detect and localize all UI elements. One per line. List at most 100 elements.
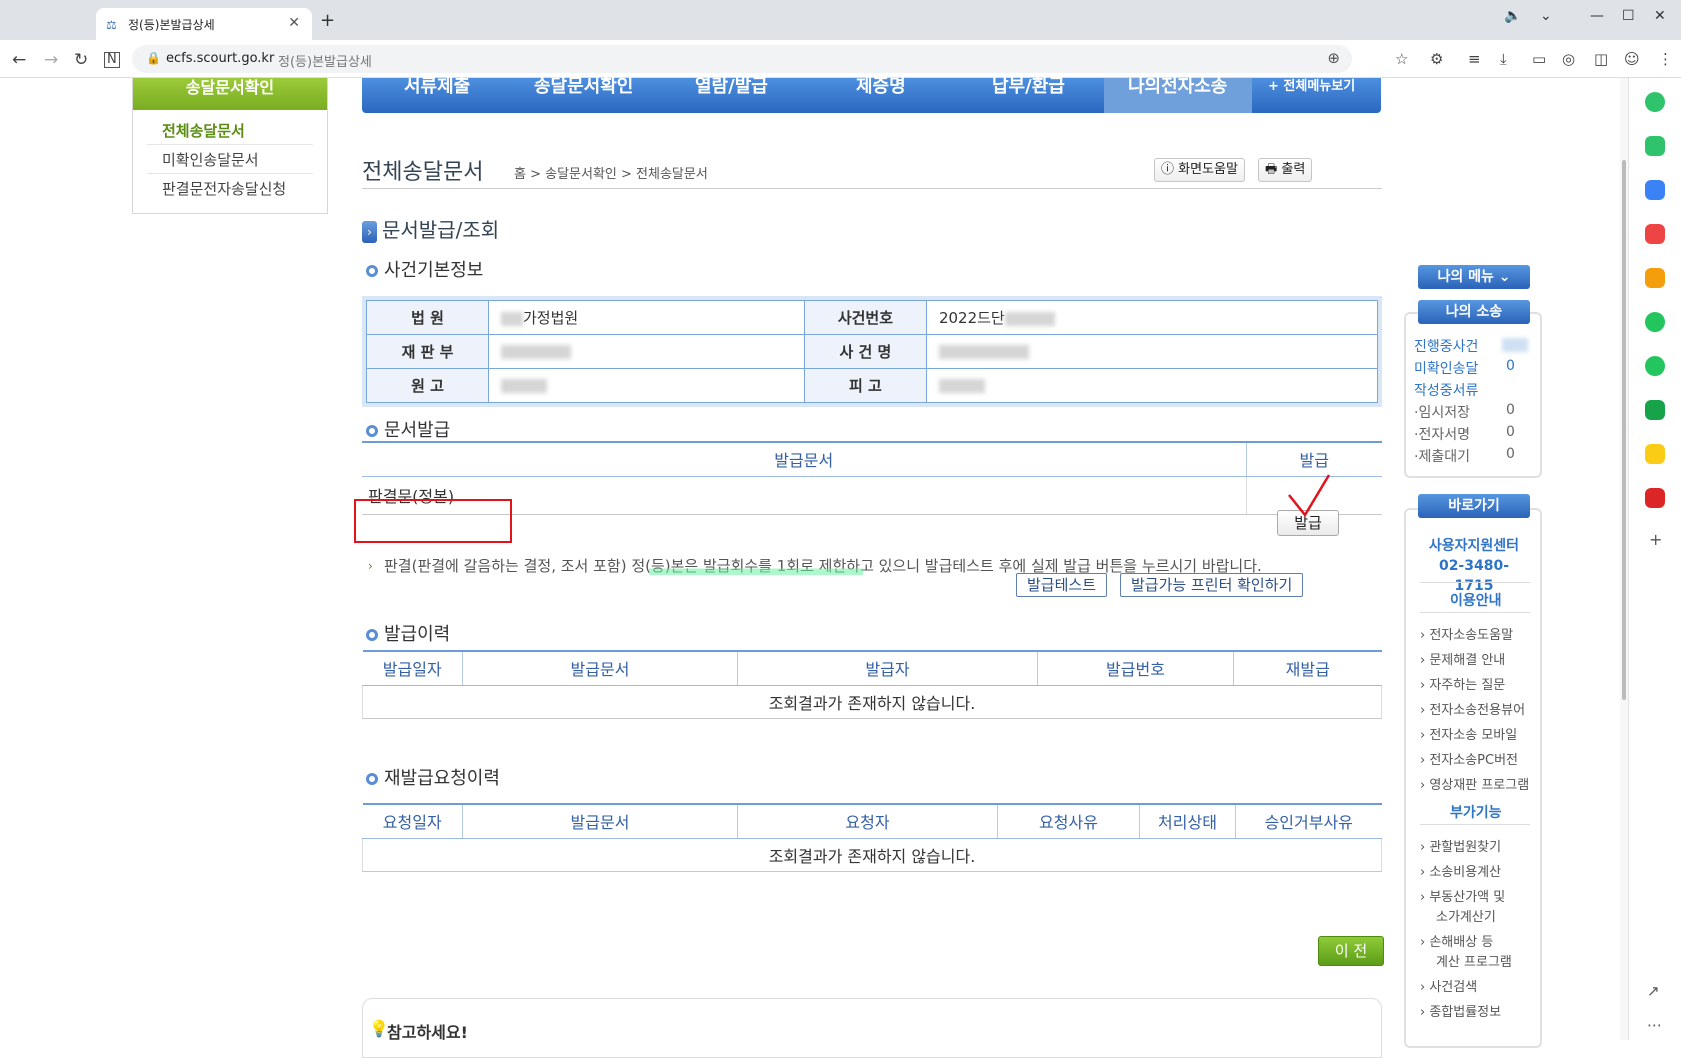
profile-icon[interactable]: ☺ <box>1624 50 1640 68</box>
browser-tab[interactable]: ⚖ 정(등)본발급상세 ✕ <box>96 8 312 40</box>
left-menu-item-all-delivery[interactable]: 전체송달문서 <box>147 116 313 145</box>
reissue-col-deny-reason: 승인거부사유 <box>1235 803 1382 839</box>
my-case-button[interactable]: 나의 소송 <box>1418 300 1530 324</box>
new-tab-button[interactable]: + <box>320 10 335 31</box>
link-find-court[interactable]: › 관할법원찾기 <box>1420 836 1501 855</box>
case-row-unconfirmed-count: 0 <box>1506 358 1515 374</box>
forward-icon[interactable]: → <box>44 50 58 70</box>
help-button[interactable]: ⓘ 화면도움말 <box>1154 158 1245 182</box>
case-row-e-sign[interactable]: ·전자서명 <box>1414 424 1470 444</box>
extension-webtoon-icon[interactable] <box>1645 400 1665 420</box>
plaintiff-label: 원 고 <box>366 368 489 403</box>
case-no-value: 2022드단 <box>925 300 1379 335</box>
extension-pocket-icon[interactable] <box>1645 224 1665 244</box>
court-value: 가정법원 <box>488 300 805 335</box>
case-row-submit-wait-count: 0 <box>1506 446 1515 462</box>
case-row-temp-saved[interactable]: ·임시저장 <box>1414 402 1470 422</box>
case-row-e-sign-count: 0 <box>1506 424 1515 440</box>
issue-test-button[interactable]: 발급테스트 <box>1016 573 1108 597</box>
link-viewer[interactable]: › 전자소송전용뷰어 <box>1420 699 1525 718</box>
link-video-trial[interactable]: › 영상재판 프로그램 <box>1420 774 1529 793</box>
case-row-temp-saved-count: 0 <box>1506 402 1515 418</box>
extension-edge-icon[interactable] <box>1645 312 1665 332</box>
split-view-icon[interactable]: ◫ <box>1594 50 1608 68</box>
case-row-unconfirmed[interactable]: 미확인송달 <box>1414 358 1478 378</box>
link-case-search[interactable]: › 사건검색 <box>1420 976 1477 995</box>
minimize-icon[interactable]: — <box>1590 8 1604 24</box>
extension-briefcase-icon[interactable] <box>1645 180 1665 200</box>
left-menu-item-unconfirmed[interactable]: 미확인송달문서 <box>147 145 313 174</box>
support-center[interactable]: 사용자지원센터 02-3480-1715 <box>1424 536 1524 596</box>
issue-table: 발급문서 발급 판결문(정본) <box>362 441 1382 515</box>
defendant-label: 피 고 <box>803 368 927 403</box>
link-faq[interactable]: › 자주하는 질문 <box>1420 674 1505 693</box>
extension-play-icon[interactable] <box>1645 356 1665 376</box>
left-menu-item-judgment-delivery[interactable]: 판결문전자송달신청 <box>147 174 313 203</box>
link-property-value[interactable]: › 부동산가액 및 <box>1420 886 1505 905</box>
breadcrumb: 홈 > 송달문서확인 > 전체송달문서 <box>514 167 708 182</box>
zoom-icon[interactable]: ⊕ <box>1327 49 1340 67</box>
table-row: 판결문(정본) <box>362 476 1382 515</box>
case-row-drafting[interactable]: 작성중서류 <box>1414 380 1478 400</box>
maximize-icon[interactable]: ☐ <box>1622 8 1635 24</box>
case-info-table: 법 원 가정법원 사건번호 2022드단 재 판 부 사 건 명 원 고 피 고 <box>366 300 1379 403</box>
sidebar-more-icon[interactable]: ⋯ <box>1647 1016 1662 1034</box>
link-cost-calc[interactable]: › 소송비용계산 <box>1420 861 1501 880</box>
link-legal-info[interactable]: › 종합법률정보 <box>1420 1001 1501 1020</box>
naver-icon[interactable]: N <box>104 52 120 68</box>
extension-green-icon[interactable] <box>1645 92 1665 112</box>
extension-now-icon[interactable] <box>1645 488 1665 508</box>
info-icon: ⓘ <box>1161 162 1179 177</box>
browser-sidebar: + ↗ ⋯ <box>1628 78 1681 1040</box>
tip-box: 💡 참고하세요! <box>362 998 1382 1058</box>
divider <box>1420 612 1530 613</box>
link-troubleshoot[interactable]: › 문제해결 안내 <box>1420 649 1505 668</box>
reissue-table: 요청일자 발급문서 요청자 요청사유 처리상태 승인거부사유 조회결과가 존재하… <box>362 803 1382 872</box>
checkmark-annotation-icon <box>1288 474 1331 518</box>
extension-star-icon[interactable] <box>1645 268 1665 288</box>
history-col-date: 발급일자 <box>362 650 463 686</box>
reload-icon[interactable]: ↻ <box>74 50 88 70</box>
divider <box>1420 582 1530 583</box>
capture-icon[interactable]: ◎ <box>1562 50 1575 68</box>
left-menu-header[interactable]: 송달문서확인 <box>133 78 327 110</box>
url-domain: ecfs.scourt.go.kr <box>166 51 275 66</box>
reissue-col-status: 처리상태 <box>1139 803 1236 839</box>
lightbulb-icon: 💡 <box>369 1019 389 1038</box>
address-bar[interactable]: 🔒 ecfs.scourt.go.kr 정(등)본발급상세 ⊕ <box>132 45 1352 73</box>
my-case-box: 진행중사건 미확인송달 0 작성중서류 ·임시저장 0 ·전자서명 0 ·제출대… <box>1404 312 1542 478</box>
extension-alarm-icon[interactable] <box>1645 136 1665 156</box>
close-window-icon[interactable]: ✕ <box>1654 8 1666 24</box>
link-property-value-cont[interactable]: 소가계산기 <box>1436 906 1496 925</box>
masked-text <box>501 379 547 393</box>
reissue-heading: 재발급요청이력 <box>366 764 500 790</box>
extension-memo-icon[interactable] <box>1645 444 1665 464</box>
prev-button[interactable]: 이 전 <box>1318 936 1384 966</box>
masked-text <box>501 345 571 359</box>
back-icon[interactable]: ← <box>12 50 26 70</box>
more-menu-icon[interactable]: ⋮ <box>1658 50 1673 68</box>
case-row-in-progress[interactable]: 진행중사건 <box>1414 336 1478 356</box>
link-mobile[interactable]: › 전자소송 모바일 <box>1420 724 1517 743</box>
link-damages[interactable]: › 손해배상 등 <box>1420 931 1493 950</box>
external-link-icon[interactable]: ↗ <box>1647 982 1660 1000</box>
case-row-submit-wait[interactable]: ·제출대기 <box>1414 446 1470 466</box>
history-col-reissue: 재발급 <box>1233 650 1382 686</box>
masked-text <box>1004 311 1055 326</box>
case-name-label: 사 건 명 <box>803 334 927 369</box>
link-help[interactable]: › 전자소송도움말 <box>1420 624 1513 643</box>
help-button-label: 화면도움말 <box>1178 162 1238 177</box>
link-pc-version[interactable]: › 전자소송PC버전 <box>1420 749 1518 768</box>
highlighter-annotation <box>649 561 863 575</box>
scrollbar-thumb[interactable] <box>1622 160 1626 700</box>
printer-check-button[interactable]: 발급가능 프린터 확인하기 <box>1120 573 1304 597</box>
link-damages-cont[interactable]: 계산 프로그램 <box>1436 951 1512 970</box>
history-table: 발급일자 발급문서 발급자 발급번호 재발급 조회결과가 존재하지 않습니다. <box>362 650 1382 719</box>
reissue-empty-message: 조회결과가 존재하지 않습니다. <box>362 838 1382 872</box>
add-extension-icon[interactable]: + <box>1649 530 1662 549</box>
history-col-issuer: 발급자 <box>737 650 1038 686</box>
shortcut-button[interactable]: 바로가기 <box>1418 494 1530 518</box>
my-menu-button[interactable]: 나의 메뉴 ⌄ <box>1418 265 1530 289</box>
close-tab-icon[interactable]: ✕ <box>288 15 300 31</box>
print-button[interactable]: 🖶 출력 <box>1258 158 1313 182</box>
